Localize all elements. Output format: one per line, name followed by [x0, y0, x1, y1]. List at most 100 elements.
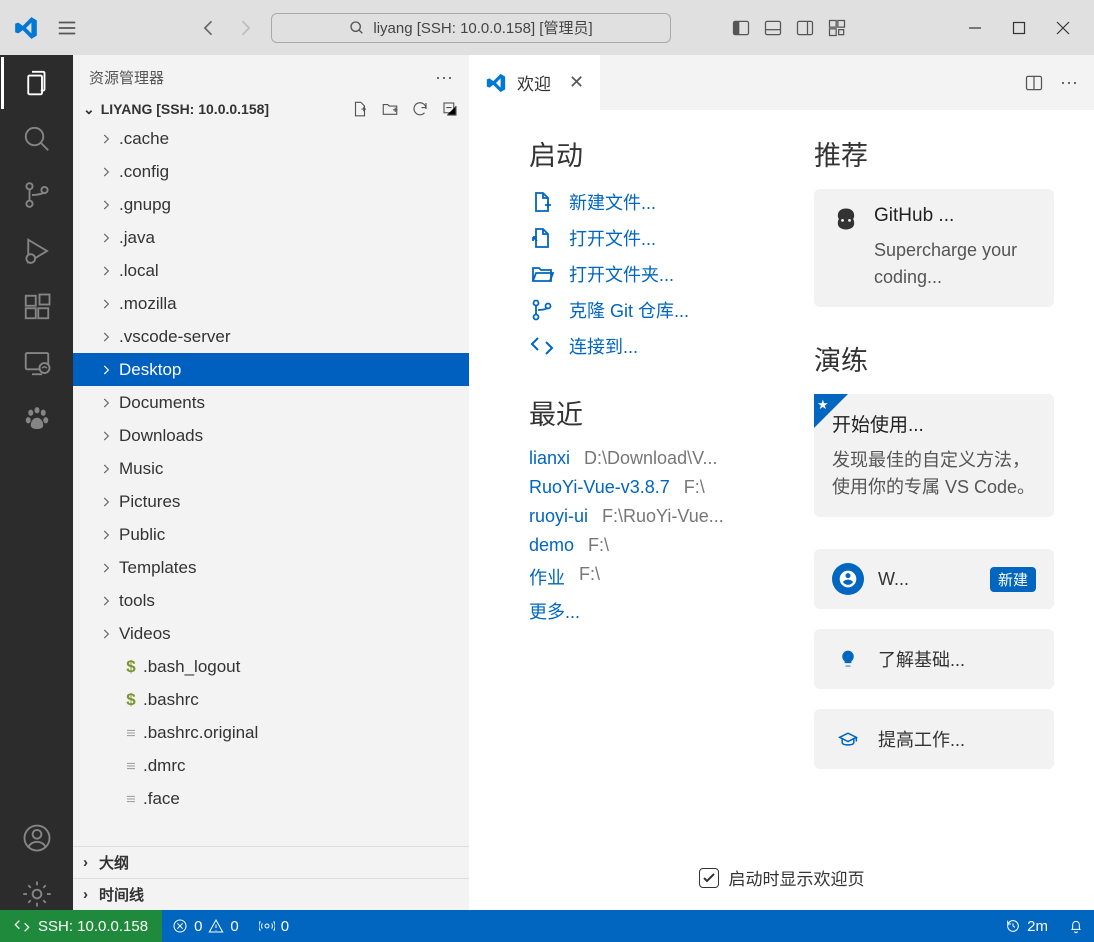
start-item[interactable]: 新建文件... [529, 189, 794, 215]
tree-item[interactable]: .bashrc.original [73, 716, 469, 749]
activitybar-extensions[interactable] [21, 291, 53, 323]
split-editor-icon[interactable] [1024, 73, 1044, 93]
start-item[interactable]: 打开文件... [529, 225, 794, 251]
menu-icon[interactable] [56, 17, 78, 39]
vscode-icon [485, 72, 507, 94]
new-file-icon[interactable] [351, 100, 369, 118]
tree-item[interactable]: .dmrc [73, 749, 469, 782]
more-actions-icon[interactable]: ··· [1060, 72, 1078, 93]
card-desc: 发现最佳的自定义方法，使用你的专属 VS Code。 [832, 447, 1036, 501]
new-folder-icon[interactable] [381, 100, 399, 118]
walkthrough-icon [832, 723, 864, 755]
outline-section[interactable]: ›大纲 [73, 846, 469, 878]
command-center-text: liyang [SSH: 10.0.0.158] [管理员] [373, 17, 592, 38]
layout-sidebar-left-icon[interactable] [731, 18, 751, 38]
tree-item[interactable]: Pictures [73, 485, 469, 518]
recent-more[interactable]: 更多... [529, 598, 794, 624]
recent-path: F:\ [579, 564, 600, 590]
window-minimize[interactable] [968, 21, 982, 35]
tree-item[interactable]: Public [73, 518, 469, 551]
explorer-sidebar: 资源管理器 ··· ⌄ LIYANG [SSH: 10.0.0.158] .ca… [73, 55, 469, 910]
tree-item[interactable]: .cache [73, 122, 469, 155]
file-icon [119, 758, 143, 774]
recent-item[interactable]: ruoyi-ui [529, 506, 588, 527]
show-welcome-checkbox[interactable] [699, 868, 719, 888]
walkthrough-item[interactable]: W...新建 [814, 549, 1054, 609]
statusbar: SSH: 10.0.0.158 0 0 0 2m [0, 910, 1094, 942]
window-maximize[interactable] [1012, 21, 1026, 35]
tree-item[interactable]: Desktop [73, 353, 469, 386]
tree-item[interactable]: .face [73, 782, 469, 815]
new-badge: 新建 [990, 567, 1036, 592]
copilot-icon [832, 205, 860, 233]
activitybar-settings[interactable] [21, 878, 53, 910]
start-item[interactable]: 连接到... [529, 333, 794, 359]
collapse-all-icon[interactable] [441, 100, 459, 118]
tree-item[interactable]: Documents [73, 386, 469, 419]
tree-item[interactable]: .mozilla [73, 287, 469, 320]
tree-item[interactable]: Music [73, 452, 469, 485]
start-item-label: 新建文件... [569, 189, 656, 215]
activitybar-search[interactable] [21, 123, 53, 155]
recent-item[interactable]: lianxi [529, 448, 570, 469]
tree-item[interactable]: .local [73, 254, 469, 287]
tree-item-label: .vscode-server [119, 327, 230, 347]
tree-item[interactable]: $.bash_logout [73, 650, 469, 683]
window-close[interactable] [1056, 21, 1070, 35]
tree-item-label: .config [119, 162, 169, 182]
status-ports[interactable]: 0 [249, 918, 299, 935]
activitybar-remote[interactable] [21, 347, 53, 379]
activitybar-scm[interactable] [21, 179, 53, 211]
tree-item[interactable]: $.bashrc [73, 683, 469, 716]
recent-item[interactable]: demo [529, 535, 574, 556]
file-tree[interactable]: .cache .config .gnupg .java .local.mozilla .v… [73, 122, 469, 846]
walkthrough-item[interactable]: 了解基础... [814, 629, 1054, 689]
close-icon[interactable]: ✕ [569, 72, 584, 93]
command-center[interactable]: liyang [SSH: 10.0.0.158] [管理员] [271, 13, 671, 43]
tree-item[interactable]: Templates [73, 551, 469, 584]
layout-customize-icon[interactable] [827, 18, 847, 38]
layout-sidebar-right-icon[interactable] [795, 18, 815, 38]
status-time[interactable]: 2m [995, 918, 1058, 935]
start-item[interactable]: 克隆 Git 仓库... [529, 297, 794, 323]
tree-item-label: .java [119, 228, 155, 248]
tree-item-label: Desktop [119, 360, 181, 380]
ports-icon [259, 918, 275, 934]
nav-back[interactable] [199, 18, 219, 38]
recent-item[interactable]: RuoYi-Vue-v3.8.7 [529, 477, 670, 498]
tree-item-label: .bashrc.original [143, 723, 258, 743]
file-icon [119, 791, 143, 807]
activitybar-debug[interactable] [21, 235, 53, 267]
layout-panel-icon[interactable] [763, 18, 783, 38]
walkthrough-item[interactable]: 提高工作... [814, 709, 1054, 769]
walkthrough-icon [832, 643, 864, 675]
activitybar-baidu[interactable] [21, 403, 53, 435]
refresh-icon[interactable] [411, 100, 429, 118]
tree-item[interactable]: .gnupg [73, 188, 469, 221]
explorer-root[interactable]: ⌄ LIYANG [SSH: 10.0.0.158] [73, 96, 469, 122]
explorer-more-icon[interactable]: ··· [435, 67, 453, 88]
chevron-right-icon [99, 495, 119, 509]
tab-welcome[interactable]: 欢迎 ✕ [469, 55, 600, 110]
start-item-label: 打开文件夹... [569, 261, 674, 287]
activitybar-account[interactable] [21, 822, 53, 854]
card-github-copilot[interactable]: GitHub ... Supercharge your coding... [814, 189, 1054, 307]
tree-item[interactable]: tools [73, 584, 469, 617]
start-item-label: 连接到... [569, 333, 638, 359]
status-bell[interactable] [1058, 918, 1094, 935]
card-title: 开始使用... [832, 410, 1036, 437]
recent-item[interactable]: 作业 [529, 564, 565, 590]
start-item[interactable]: 打开文件夹... [529, 261, 794, 287]
tree-item[interactable]: .java [73, 221, 469, 254]
timeline-section[interactable]: ›时间线 [73, 878, 469, 910]
walkthrough-featured[interactable]: 开始使用... 发现最佳的自定义方法，使用你的专属 VS Code。 [814, 394, 1054, 517]
activitybar-explorer[interactable] [21, 67, 53, 99]
nav-forward[interactable] [235, 18, 255, 38]
tree-item[interactable]: .vscode-server [73, 320, 469, 353]
status-remote[interactable]: SSH: 10.0.0.158 [0, 910, 162, 942]
tree-item[interactable]: Downloads [73, 419, 469, 452]
tree-item[interactable]: Videos [73, 617, 469, 650]
tree-item[interactable]: .config [73, 155, 469, 188]
tree-item-label: Music [119, 459, 163, 479]
status-problems[interactable]: 0 0 [162, 918, 249, 935]
